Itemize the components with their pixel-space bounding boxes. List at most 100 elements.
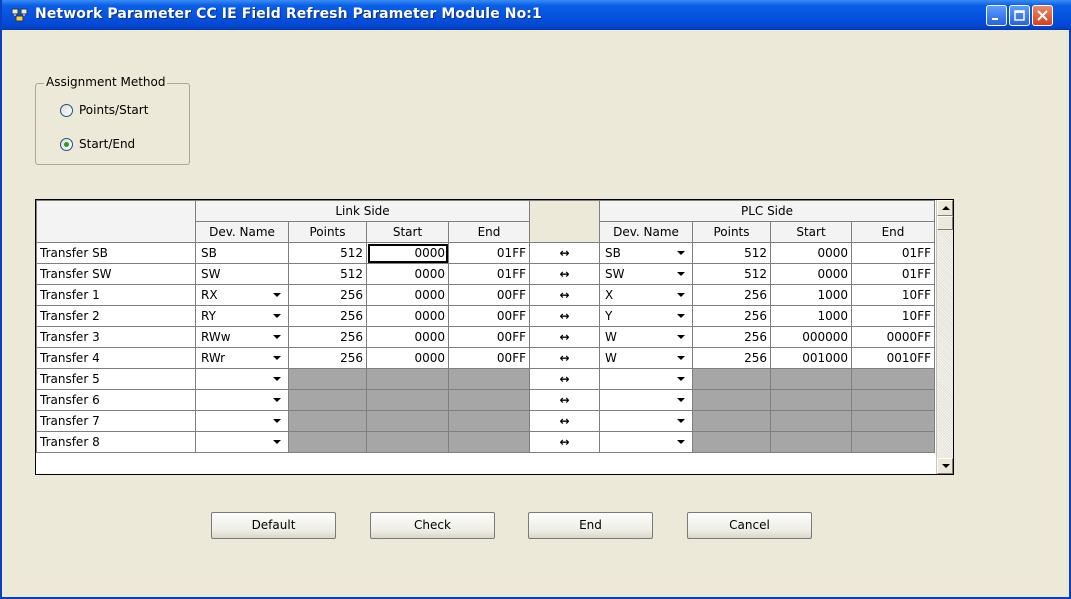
link-points-cell[interactable]: 256	[288, 305, 367, 327]
plc-points-cell[interactable]: 256	[692, 284, 771, 306]
link-dev-name-select[interactable]: SB	[195, 242, 289, 264]
plc-points-cell[interactable]: 256	[692, 305, 771, 327]
link-dev-name-select-box[interactable]: RWr	[199, 348, 285, 368]
link-start-cell[interactable]: 0000	[366, 284, 449, 306]
link-end-cell[interactable]: 01FF	[448, 263, 530, 285]
chevron-down-icon[interactable]	[268, 390, 285, 410]
check-button[interactable]: Check	[370, 512, 495, 539]
link-dev-name-select[interactable]: RWr	[195, 347, 289, 369]
plc-start-cell[interactable]: 1000	[770, 284, 852, 306]
plc-start-cell[interactable]: 0000	[770, 263, 852, 285]
plc-end-cell[interactable]: 01FF	[851, 242, 935, 264]
link-end-cell[interactable]: 00FF	[448, 347, 530, 369]
radio-start-end[interactable]: Start/End	[60, 137, 135, 151]
link-dev-name-select-box[interactable]: SB	[199, 244, 285, 263]
link-start-cell[interactable]: 0000	[366, 242, 449, 264]
plc-points-cell[interactable]: 512	[692, 242, 771, 264]
minimize-button[interactable]	[986, 5, 1007, 26]
plc-dev-name-select-box[interactable]	[603, 411, 689, 431]
plc-dev-name-select-box[interactable]: SW	[603, 264, 689, 284]
plc-dev-name-select[interactable]: SB	[599, 242, 693, 264]
radio-points-start[interactable]: Points/Start	[60, 103, 148, 117]
chevron-down-icon[interactable]	[268, 285, 285, 305]
chevron-down-icon[interactable]	[672, 348, 689, 368]
plc-dev-name-select[interactable]: W	[599, 326, 693, 348]
link-points-cell[interactable]: 256	[288, 284, 367, 306]
chevron-down-icon[interactable]	[268, 432, 285, 452]
chevron-down-icon[interactable]	[672, 432, 689, 452]
plc-start-cell[interactable]: 0000	[770, 242, 852, 264]
chevron-down-icon[interactable]	[672, 327, 689, 347]
plc-dev-name-select[interactable]	[599, 389, 693, 411]
chevron-down-icon[interactable]	[672, 390, 689, 410]
plc-dev-name-select-box[interactable]: W	[603, 348, 689, 368]
plc-dev-name-select[interactable]: SW	[599, 263, 693, 285]
link-dev-name-select[interactable]: RWw	[195, 326, 289, 348]
chevron-down-icon[interactable]	[268, 369, 285, 389]
link-start-cell[interactable]: 0000	[366, 326, 449, 348]
link-dev-name-select[interactable]	[195, 410, 289, 432]
plc-start-cell[interactable]: 000000	[770, 326, 852, 348]
plc-dev-name-select[interactable]	[599, 368, 693, 390]
chevron-down-icon[interactable]	[672, 264, 689, 284]
link-points-cell[interactable]: 256	[288, 347, 367, 369]
chevron-down-icon[interactable]	[268, 327, 285, 347]
link-start-cell[interactable]: 0000	[366, 305, 449, 327]
grid-vertical-scrollbar[interactable]	[936, 200, 953, 474]
link-start-cell[interactable]: 0000	[366, 347, 449, 369]
plc-dev-name-select-box[interactable]: Y	[603, 306, 689, 326]
link-dev-name-select-box[interactable]	[199, 411, 285, 431]
close-button[interactable]	[1032, 5, 1053, 26]
plc-start-cell[interactable]: 1000	[770, 305, 852, 327]
plc-dev-name-select-box[interactable]	[603, 432, 689, 452]
scroll-down-arrow-icon[interactable]	[937, 458, 953, 474]
link-dev-name-select-box[interactable]: SW	[199, 265, 285, 284]
radio-start-end-indicator[interactable]	[60, 137, 73, 151]
scroll-up-arrow-icon[interactable]	[937, 200, 953, 216]
plc-dev-name-select[interactable]: W	[599, 347, 693, 369]
plc-start-cell[interactable]: 001000	[770, 347, 852, 369]
chevron-down-icon[interactable]	[672, 306, 689, 326]
default-button[interactable]: Default	[211, 512, 336, 539]
link-dev-name-select[interactable]: RX	[195, 284, 289, 306]
cancel-button[interactable]: Cancel	[687, 512, 812, 539]
scroll-thumb[interactable]	[937, 216, 953, 230]
link-end-cell[interactable]: 00FF	[448, 305, 530, 327]
plc-points-cell[interactable]: 256	[692, 326, 771, 348]
link-dev-name-select-box[interactable]	[199, 432, 285, 452]
link-points-cell[interactable]: 512	[288, 242, 367, 264]
radio-points-start-indicator[interactable]	[60, 103, 73, 117]
plc-points-cell[interactable]: 256	[692, 347, 771, 369]
plc-dev-name-select-box[interactable]	[603, 390, 689, 410]
link-start-cell[interactable]: 0000	[366, 263, 449, 285]
link-dev-name-select-box[interactable]	[199, 369, 285, 389]
plc-end-cell[interactable]: 10FF	[851, 284, 935, 306]
chevron-down-icon[interactable]	[268, 348, 285, 368]
link-end-cell[interactable]: 00FF	[448, 326, 530, 348]
plc-dev-name-select[interactable]	[599, 410, 693, 432]
plc-points-cell[interactable]: 512	[692, 263, 771, 285]
chevron-down-icon[interactable]	[672, 369, 689, 389]
link-points-cell[interactable]: 256	[288, 326, 367, 348]
plc-dev-name-select-box[interactable]: W	[603, 327, 689, 347]
plc-dev-name-select-box[interactable]: SB	[603, 243, 689, 263]
link-dev-name-select[interactable]: SW	[195, 263, 289, 285]
chevron-down-icon[interactable]	[268, 306, 285, 326]
link-end-cell[interactable]: 00FF	[448, 284, 530, 306]
title-bar[interactable]: Network Parameter CC IE Field Refresh Pa…	[2, 0, 1071, 30]
chevron-down-icon[interactable]	[672, 411, 689, 431]
plc-end-cell[interactable]: 0010FF	[851, 347, 935, 369]
chevron-down-icon[interactable]	[672, 285, 689, 305]
chevron-down-icon[interactable]	[672, 243, 689, 263]
plc-dev-name-select[interactable]: X	[599, 284, 693, 306]
chevron-down-icon[interactable]	[268, 411, 285, 431]
link-dev-name-select-box[interactable]: RX	[199, 285, 285, 305]
link-dev-name-select[interactable]	[195, 389, 289, 411]
plc-dev-name-select[interactable]: Y	[599, 305, 693, 327]
link-dev-name-select-box[interactable]	[199, 390, 285, 410]
link-dev-name-select-box[interactable]: RY	[199, 306, 285, 326]
link-dev-name-select[interactable]: RY	[195, 305, 289, 327]
plc-dev-name-select[interactable]	[599, 431, 693, 453]
link-end-cell[interactable]: 01FF	[448, 242, 530, 264]
plc-dev-name-select-box[interactable]: X	[603, 285, 689, 305]
